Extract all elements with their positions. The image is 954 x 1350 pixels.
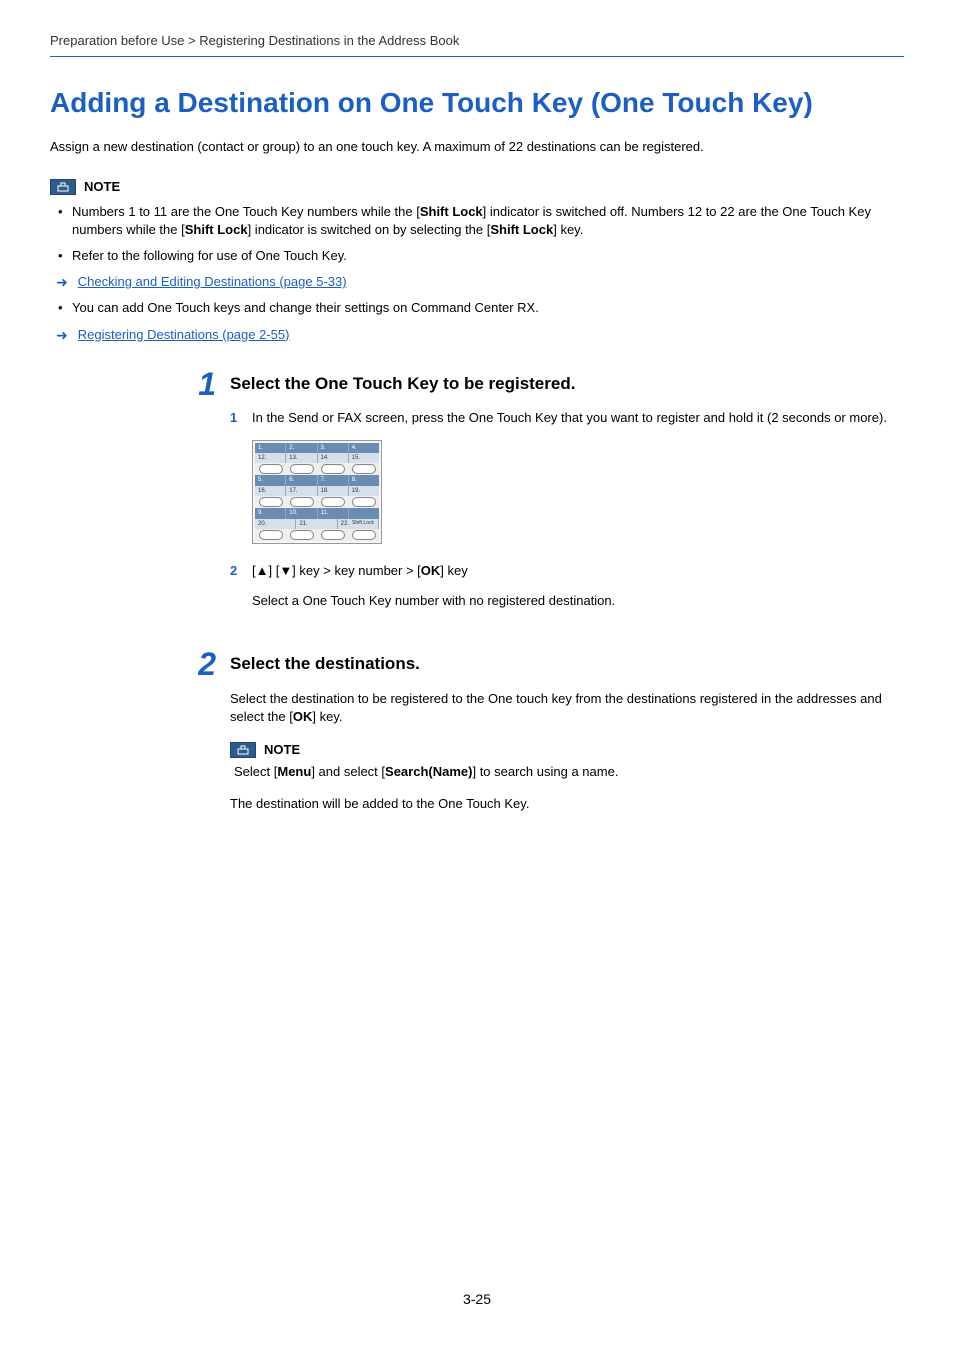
note-item-1: Numbers 1 to 11 are the One Touch Key nu…: [56, 203, 904, 239]
step-2-text: Select the destination to be registered …: [230, 690, 896, 726]
arrow-icon: ➜: [56, 328, 68, 342]
breadcrumb: Preparation before Use > Registering Des…: [50, 32, 904, 57]
step-number-2: 2: [185, 648, 230, 680]
note-header: NOTE: [50, 178, 904, 196]
link-registering-destinations[interactable]: Registering Destinations (page 2-55): [78, 326, 290, 344]
keypad-diagram: 1.2.3.4. 12.13.14.15. 5.6.7.8. 16.17.18.…: [252, 440, 382, 544]
step-number-1: 1: [185, 368, 230, 400]
note-list-2: You can add One Touch keys and change th…: [50, 299, 904, 317]
step-2: 2 Select the destinations. Select the de…: [50, 652, 904, 813]
note-item-2: Refer to the following for use of One To…: [56, 247, 904, 265]
substep-text: [▲] [▼] key > key number > [OK] key: [252, 562, 896, 580]
note-item-3: You can add One Touch keys and change th…: [56, 299, 904, 317]
step-1-sub-2: 2 [▲] [▼] key > key number > [OK] key: [230, 562, 896, 580]
intro-paragraph: Assign a new destination (contact or gro…: [50, 138, 904, 156]
step-2-title: Select the destinations.: [230, 652, 896, 676]
page-number: 3-25: [0, 1290, 954, 1310]
note-icon: [50, 179, 76, 195]
substep-number: 1: [230, 409, 242, 427]
note-label: NOTE: [84, 178, 120, 196]
link-row-1: ➜ Checking and Editing Destinations (pag…: [50, 273, 904, 291]
substep-number: 2: [230, 562, 242, 580]
link-checking-editing[interactable]: Checking and Editing Destinations (page …: [78, 273, 347, 291]
step-2-note: NOTE Select [Menu] and select [Search(Na…: [230, 741, 896, 781]
step-1-sub-2-note: Select a One Touch Key number with no re…: [252, 592, 896, 610]
note-block: NOTE Numbers 1 to 11 are the One Touch K…: [50, 178, 904, 343]
step-2-note-text: Select [Menu] and select [Search(Name)] …: [230, 763, 896, 781]
note-header: NOTE: [230, 741, 896, 759]
note-icon: [230, 742, 256, 758]
substep-text: In the Send or FAX screen, press the One…: [252, 409, 896, 427]
step-1: 1 Select the One Touch Key to be registe…: [50, 372, 904, 629]
step-2-final: The destination will be added to the One…: [230, 795, 896, 813]
note-label: NOTE: [264, 741, 300, 759]
link-row-2: ➜ Registering Destinations (page 2-55): [50, 326, 904, 344]
page-title: Adding a Destination on One Touch Key (O…: [50, 85, 904, 120]
note-list: Numbers 1 to 11 are the One Touch Key nu…: [50, 203, 904, 266]
step-1-title: Select the One Touch Key to be registere…: [230, 372, 896, 396]
arrow-icon: ➜: [56, 275, 68, 289]
step-1-sub-1: 1 In the Send or FAX screen, press the O…: [230, 409, 896, 427]
